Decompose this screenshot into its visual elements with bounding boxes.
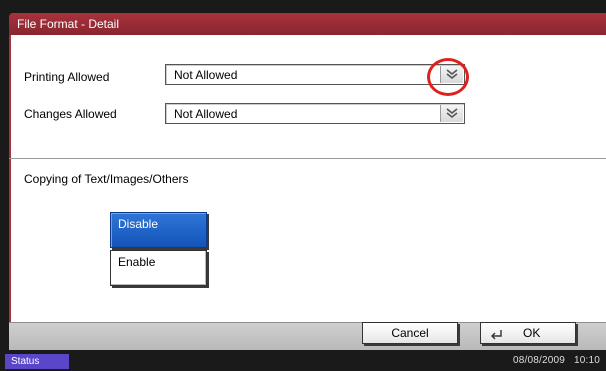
ok-button-label: OK [523,326,541,340]
section-divider [9,158,606,159]
disable-button[interactable]: Disable [110,212,207,248]
changes-allowed-label: Changes Allowed [24,107,117,121]
highlight-circle [427,58,469,96]
changes-allowed-select[interactable]: Not Allowed [165,103,465,124]
changes-allowed-value: Not Allowed [174,107,238,121]
status-bar: Status 08/08/2009 10:10 [0,351,606,371]
status-button[interactable]: Status [5,354,69,369]
printing-allowed-value: Not Allowed [174,68,238,82]
double-chevron-down-icon[interactable] [440,105,463,122]
enter-icon [489,327,503,347]
title-bar: File Format - Detail [9,13,606,35]
disable-button-label: Disable [118,217,159,231]
printing-allowed-label: Printing Allowed [24,70,110,84]
window-title: File Format - Detail [17,17,120,31]
ok-button[interactable]: OK [480,322,576,344]
enable-button[interactable]: Enable [110,250,207,286]
enable-button-label: Enable [118,255,156,269]
printing-allowed-select[interactable]: Not Allowed [165,64,465,85]
copying-label: Copying of Text/Images/Others [24,172,189,186]
cancel-button[interactable]: Cancel [362,322,458,344]
datetime-display: 08/08/2009 10:10 [512,355,600,366]
